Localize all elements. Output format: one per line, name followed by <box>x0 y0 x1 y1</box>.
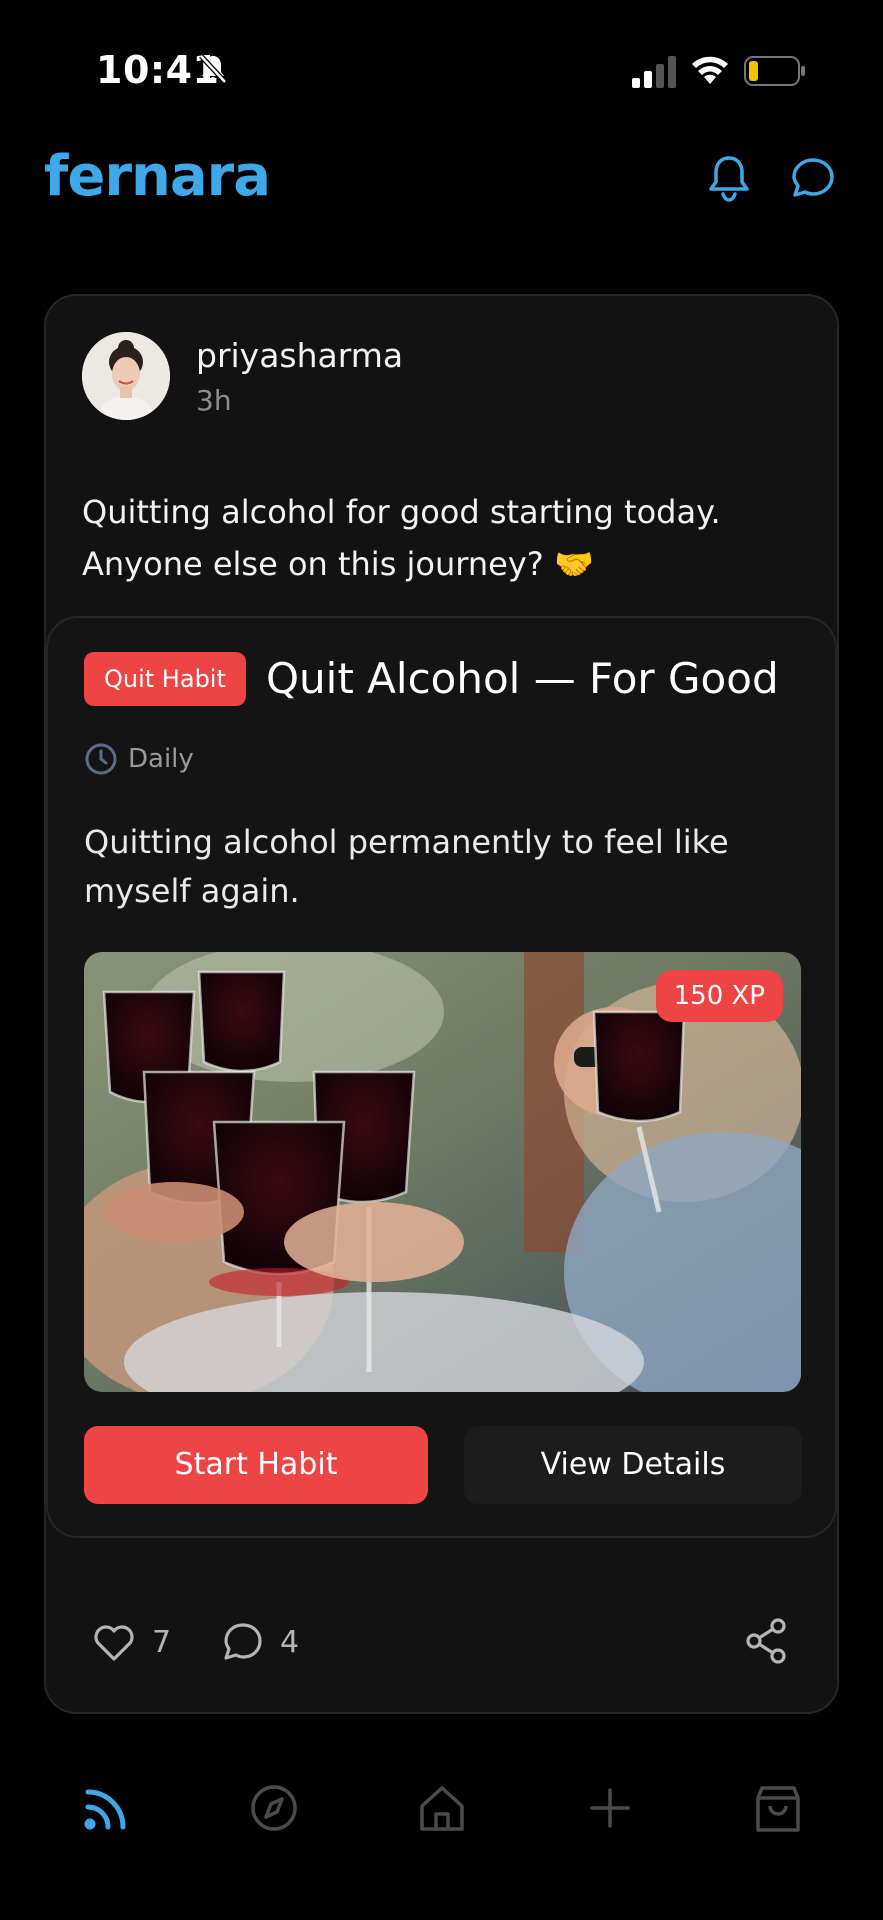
post-text-line: Quitting alcohol for good starting today… <box>82 493 721 531</box>
start-habit-button[interactable]: Start Habit <box>84 1426 428 1504</box>
user-avatar[interactable] <box>82 332 170 420</box>
view-details-button[interactable]: View Details <box>464 1426 802 1504</box>
notifications-bell-icon[interactable] <box>704 152 754 204</box>
home-icon[interactable] <box>414 1780 470 1836</box>
post-username[interactable]: priyasharma <box>196 336 403 375</box>
feed-icon[interactable] <box>80 1780 136 1836</box>
app-logo: fernara <box>44 144 271 209</box>
habit-type-badge: Quit Habit <box>84 652 246 706</box>
like-action[interactable]: 7 <box>90 1618 171 1666</box>
silent-mode-icon <box>199 54 227 84</box>
post-text-line: Anyone else on this journey? 🤝 <box>82 545 594 583</box>
habit-frequency: Daily <box>128 744 194 774</box>
xp-reward-badge: 150 XP <box>655 970 783 1022</box>
comment-action[interactable]: 4 <box>218 1618 299 1666</box>
habit-card[interactable]: Quit Habit Quit Alcohol — For Good Daily… <box>46 616 837 1538</box>
cell-signal-icon <box>632 56 676 88</box>
battery-icon <box>744 56 805 86</box>
share-icon[interactable] <box>742 1616 790 1666</box>
heart-icon[interactable] <box>90 1618 138 1666</box>
status-bar: 10:41 <box>0 0 883 140</box>
wifi-icon <box>692 56 728 84</box>
post-timestamp: 3h <box>196 384 232 417</box>
post-body-text: Quitting alcohol for good starting today… <box>82 486 802 590</box>
habit-cover-image: 150 XP <box>84 952 801 1392</box>
add-icon[interactable] <box>582 1780 638 1836</box>
comment-count: 4 <box>280 1624 300 1660</box>
habit-description: Quitting alcohol permanently to feel lik… <box>84 823 729 910</box>
feed-post-card: priyasharma 3h Quitting alcohol for good… <box>44 294 839 1714</box>
clock-icon <box>85 743 117 775</box>
like-count: 7 <box>152 1624 172 1660</box>
shop-icon[interactable] <box>750 1780 806 1836</box>
messages-chat-icon[interactable] <box>788 152 838 204</box>
comment-icon[interactable] <box>218 1618 266 1666</box>
bottom-navigation <box>0 1780 883 1860</box>
explore-icon[interactable] <box>246 1780 302 1836</box>
habit-title: Quit Alcohol — For Good <box>266 654 779 703</box>
